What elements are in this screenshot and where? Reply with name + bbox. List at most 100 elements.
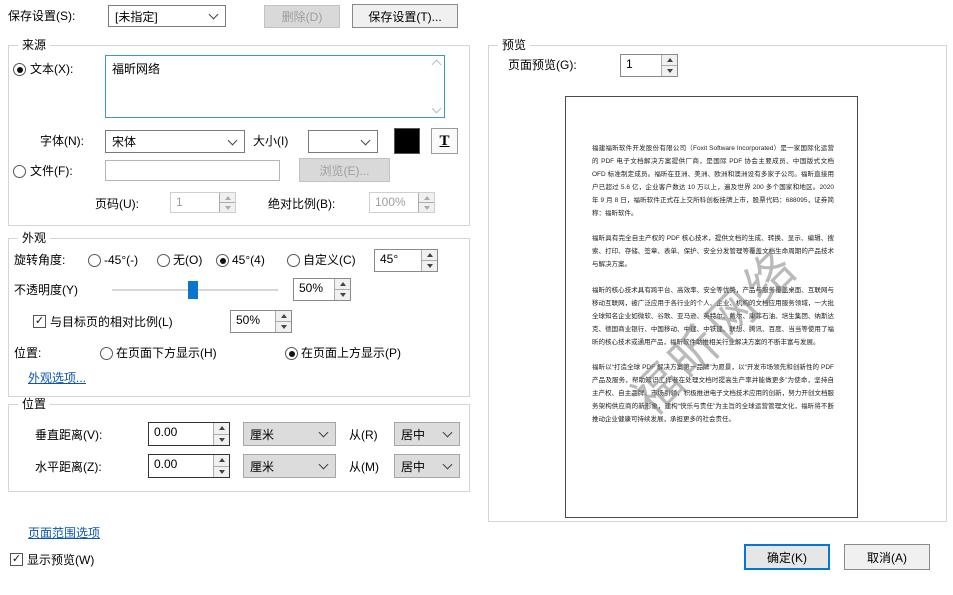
save-settings-label: 保存设置(S): xyxy=(8,9,75,23)
preview-page: 福建福昕软件开发股份有限公司（Foxit Software Incorporat… xyxy=(565,96,858,518)
delete-button[interactable]: 删除(D) xyxy=(264,5,340,28)
opacity-value: 50% xyxy=(294,279,334,300)
font-label: 字体(N): xyxy=(40,134,84,148)
horizontal-from-value: 居中 xyxy=(395,457,444,476)
rotation-custom-radio[interactable] xyxy=(287,254,300,267)
scroll-up-icon[interactable] xyxy=(432,60,442,70)
file-radio-label: 文件(F): xyxy=(30,164,73,178)
rotation-minus45-label: -45°(-) xyxy=(104,253,138,267)
font-value: 宋体 xyxy=(106,132,229,151)
text-radio-label: 文本(X): xyxy=(30,62,73,76)
spin-down-icon[interactable] xyxy=(419,202,434,212)
relative-scale-label: 与目标页的相对比例(L) xyxy=(50,315,173,329)
horizontal-from-select[interactable]: 居中 xyxy=(394,454,460,478)
rotation-45-label: 45°(4) xyxy=(232,253,265,267)
page-preview-spinner[interactable]: 1 xyxy=(620,54,678,77)
underline-style-button[interactable]: T xyxy=(431,128,458,154)
position-group-title: 位置 xyxy=(18,397,50,411)
position-above-radio[interactable] xyxy=(285,347,298,360)
scroll-down-icon[interactable] xyxy=(432,104,442,114)
watermark-text-value: 福昕网络 xyxy=(112,60,160,77)
horizontal-from-label: 从(M) xyxy=(349,460,379,474)
page-range-options-link[interactable]: 页面范围选项 xyxy=(28,524,100,541)
spin-down-icon[interactable] xyxy=(335,289,350,300)
size-value xyxy=(309,141,362,143)
position-above-label: 在页面上方显示(P) xyxy=(301,346,401,360)
rotation-value: 45° xyxy=(375,250,421,271)
opacity-label: 不透明度(Y) xyxy=(14,283,78,297)
spin-up-icon[interactable] xyxy=(335,279,350,289)
page-number-value: 1 xyxy=(171,193,219,212)
vertical-unit-select[interactable]: 厘米 xyxy=(243,422,336,446)
vertical-from-label: 从(R) xyxy=(349,428,378,442)
relative-scale-checkbox[interactable] xyxy=(33,315,46,328)
browse-button-label: 浏览(E)... xyxy=(320,162,370,179)
vertical-distance-value: 0.00 xyxy=(149,423,213,445)
horizontal-distance-spinner[interactable]: 0.00 xyxy=(148,454,230,478)
watermark-text-input[interactable]: 福昕网络 xyxy=(105,55,445,118)
text-radio[interactable] xyxy=(13,63,26,76)
browse-button[interactable]: 浏览(E)... xyxy=(299,158,390,182)
spin-down-icon[interactable] xyxy=(220,202,235,212)
relative-scale-spinner[interactable]: 50% xyxy=(230,310,292,333)
vertical-distance-label: 垂直距离(V): xyxy=(35,428,102,442)
position-below-label: 在页面下方显示(H) xyxy=(116,346,217,360)
opacity-spinner[interactable]: 50% xyxy=(293,278,351,301)
absolute-scale-label: 绝对比例(B): xyxy=(268,197,335,211)
font-select[interactable]: 宋体 xyxy=(105,130,245,153)
file-radio[interactable] xyxy=(13,165,26,178)
spin-up-icon[interactable] xyxy=(419,193,434,202)
appearance-options-link[interactable]: 外观选项... xyxy=(28,369,86,386)
preset-select[interactable]: [未指定] xyxy=(108,5,226,27)
rotation-spinner[interactable]: 45° xyxy=(374,249,438,272)
preview-paragraph: 福建福昕软件开发股份有限公司（Foxit Software Incorporat… xyxy=(592,143,834,220)
vertical-distance-spinner[interactable]: 0.00 xyxy=(148,422,230,446)
rotation-none-radio[interactable] xyxy=(157,254,170,267)
spin-down-icon[interactable] xyxy=(422,260,437,271)
chevron-down-icon xyxy=(319,460,329,470)
chevron-down-icon xyxy=(443,460,453,470)
save-settings-button-label: 保存设置(T)... xyxy=(368,8,441,25)
vertical-from-select[interactable]: 居中 xyxy=(394,422,460,446)
cancel-button[interactable]: 取消(A) xyxy=(844,544,930,570)
font-color-swatch[interactable] xyxy=(394,128,420,154)
spin-up-icon[interactable] xyxy=(422,250,437,260)
rotation-45-radio[interactable] xyxy=(216,254,229,267)
spin-down-icon[interactable] xyxy=(276,321,291,332)
vertical-from-value: 居中 xyxy=(395,425,444,444)
page-preview-value: 1 xyxy=(621,55,661,76)
opacity-slider-thumb[interactable] xyxy=(188,281,198,299)
horizontal-unit-select[interactable]: 厘米 xyxy=(243,454,336,478)
chevron-down-icon xyxy=(319,428,329,438)
ok-button-label: 确定(K) xyxy=(767,549,807,566)
spin-up-icon[interactable] xyxy=(214,423,229,434)
page-preview-label: 页面预览(G): xyxy=(508,58,577,72)
relative-scale-value: 50% xyxy=(231,311,275,332)
horizontal-distance-value: 0.00 xyxy=(149,455,213,477)
position-below-radio[interactable] xyxy=(100,347,113,360)
spin-up-icon[interactable] xyxy=(220,193,235,202)
file-path-input[interactable] xyxy=(105,160,280,181)
spin-down-icon[interactable] xyxy=(662,65,677,76)
size-select[interactable] xyxy=(308,130,378,153)
cancel-button-label: 取消(A) xyxy=(867,549,907,566)
chevron-down-icon xyxy=(443,428,453,438)
position-group: 位置 xyxy=(8,404,470,492)
spin-up-icon[interactable] xyxy=(276,311,291,321)
ok-button[interactable]: 确定(K) xyxy=(744,544,830,570)
spin-down-icon[interactable] xyxy=(214,434,229,446)
rotation-label: 旋转角度: xyxy=(14,253,65,267)
watermark-dialog: 保存设置(S): [未指定] 删除(D) 保存设置(T)... 来源 文本(X)… xyxy=(0,0,953,595)
preview-group-title: 预览 xyxy=(498,38,530,52)
page-number-spinner[interactable]: 1 xyxy=(170,192,236,213)
spin-down-icon[interactable] xyxy=(214,466,229,478)
vertical-unit-value: 厘米 xyxy=(244,425,320,444)
horizontal-distance-label: 水平距离(Z): xyxy=(35,460,102,474)
rotation-minus45-radio[interactable] xyxy=(88,254,101,267)
absolute-scale-spinner[interactable]: 100% xyxy=(369,192,435,213)
spin-up-icon[interactable] xyxy=(662,55,677,65)
show-preview-checkbox[interactable] xyxy=(10,553,23,566)
spin-up-icon[interactable] xyxy=(214,455,229,466)
save-settings-button[interactable]: 保存设置(T)... xyxy=(352,4,458,28)
rotation-custom-label: 自定义(C) xyxy=(303,253,356,267)
